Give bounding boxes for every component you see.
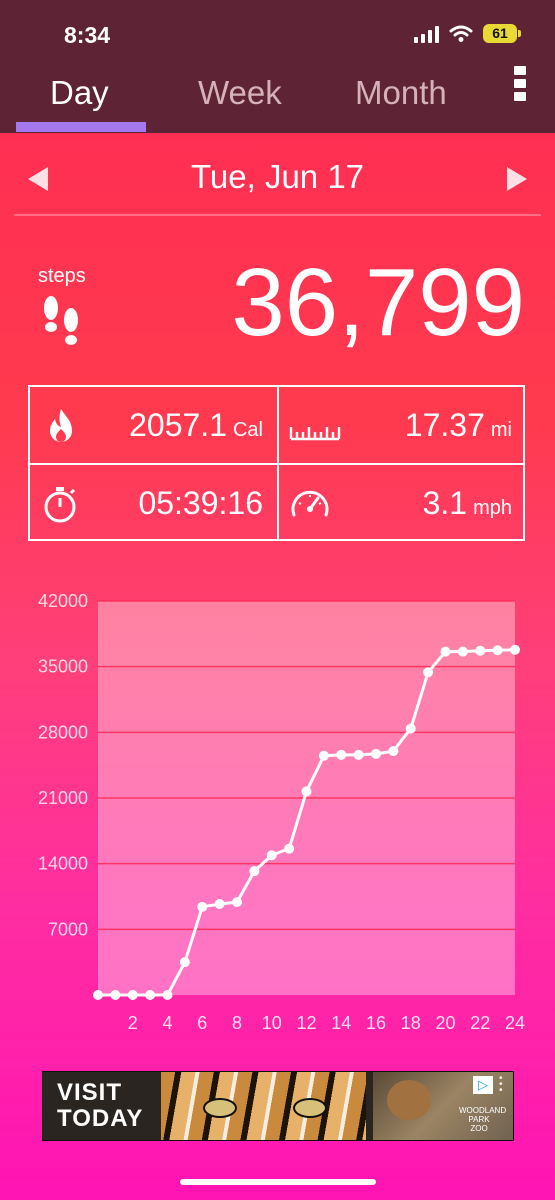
battery-icon: 61 (483, 24, 521, 43)
status-time: 8:34 (64, 22, 111, 48)
next-day-icon[interactable] (507, 167, 527, 191)
data-point (388, 746, 399, 757)
y-tick-label: 42000 (38, 591, 88, 611)
divider (14, 214, 541, 216)
date-navigator: Tue, Jun 17 (0, 150, 555, 210)
duration-value: 05:39:16 (138, 485, 263, 521)
data-point (162, 990, 173, 1000)
data-point (336, 749, 347, 760)
data-point (179, 957, 190, 968)
data-point (475, 645, 486, 656)
speedometer-icon (291, 490, 329, 517)
data-point (492, 645, 503, 656)
data-point (266, 850, 277, 861)
steps-label: steps (38, 265, 86, 287)
data-point (93, 990, 103, 1000)
speed-value: 3.1 (422, 485, 468, 521)
active-tab-indicator (16, 122, 146, 132)
data-point (371, 748, 381, 759)
x-tick-label: 8 (232, 1013, 242, 1033)
data-point (145, 990, 156, 1000)
ad-banner[interactable]: VISIT TODAY ▷ • • • WOODLAND PARK ZOO (42, 1071, 514, 1141)
data-point (127, 990, 138, 1000)
tab-day[interactable]: Day (50, 74, 109, 112)
speed-unit: mph (473, 497, 512, 519)
x-tick-label: 16 (366, 1013, 386, 1033)
data-point (353, 749, 364, 760)
tab-week[interactable]: Week (198, 74, 282, 112)
stopwatch-icon (44, 487, 76, 523)
calories-unit: Cal (232, 419, 263, 441)
cellular-signal-icon (414, 25, 439, 43)
distance-cell: 17.37 mi (279, 387, 526, 463)
data-point (110, 990, 121, 1000)
data-point (284, 843, 295, 854)
calories-cell: 2057.1 Cal (30, 387, 277, 463)
data-point (249, 866, 260, 877)
x-tick-label: 18 (401, 1013, 421, 1033)
date-label: Tue, Jun 17 (190, 158, 365, 195)
data-point (440, 646, 451, 657)
x-tick-label: 6 (197, 1013, 207, 1033)
y-tick-label: 28000 (38, 722, 88, 742)
flame-icon (50, 409, 72, 442)
y-tick-label: 21000 (38, 788, 88, 808)
data-point (214, 899, 225, 910)
stats-grid: 2057.1 Cal 17.37 mi 05:39:16 3.1 mph (28, 385, 525, 541)
x-tick-label: 14 (331, 1013, 351, 1033)
top-bar: 8:34 61 Day Week Month (0, 0, 555, 133)
data-point (197, 901, 208, 912)
tiger-image (161, 1072, 366, 1140)
x-tick-label: 10 (262, 1013, 282, 1033)
y-tick-label: 35000 (38, 657, 88, 677)
steps-chart: 420003500028000210001400070002 4 6 8 10 12 14 1… (38, 591, 525, 1033)
x-tick-label: 24 (505, 1013, 525, 1033)
sponsor-logo: WOODLAND PARK ZOO (459, 1106, 507, 1133)
speed-cell: 3.1 mph (279, 465, 526, 541)
tab-month[interactable]: Month (355, 74, 447, 112)
wifi-icon (449, 25, 473, 42)
data-point (510, 644, 520, 655)
ad-headline: VISIT TODAY (57, 1079, 144, 1132)
x-tick-label: 20 (435, 1013, 455, 1033)
x-tick-label: 4 (162, 1013, 172, 1033)
data-point (423, 667, 434, 678)
data-point (318, 750, 329, 761)
x-tick-label: 22 (470, 1013, 490, 1033)
status-icons: 61 (414, 24, 521, 43)
data-point (301, 786, 312, 797)
home-indicator (180, 1179, 376, 1185)
duration-cell: 05:39:16 (30, 465, 277, 541)
x-tick-label: 2 (128, 1013, 138, 1033)
footprints-icon (44, 296, 78, 345)
y-tick-label: 14000 (38, 854, 88, 874)
distance-value: 17.37 (404, 407, 485, 443)
overflow-menu-icon[interactable] (514, 66, 526, 101)
data-point (405, 723, 416, 734)
data-point (232, 897, 242, 908)
steps-count: 36,799 (231, 249, 525, 356)
ad-choices-icon[interactable]: ▷ (473, 1076, 493, 1094)
data-point (457, 646, 468, 657)
ad-menu-icon[interactable]: • • • (499, 1074, 505, 1096)
y-tick-label: 7000 (48, 919, 88, 939)
x-tick-label: 12 (296, 1013, 316, 1033)
ruler-icon (289, 427, 341, 441)
distance-unit: mi (490, 419, 512, 441)
calories-value: 2057.1 (129, 407, 227, 443)
